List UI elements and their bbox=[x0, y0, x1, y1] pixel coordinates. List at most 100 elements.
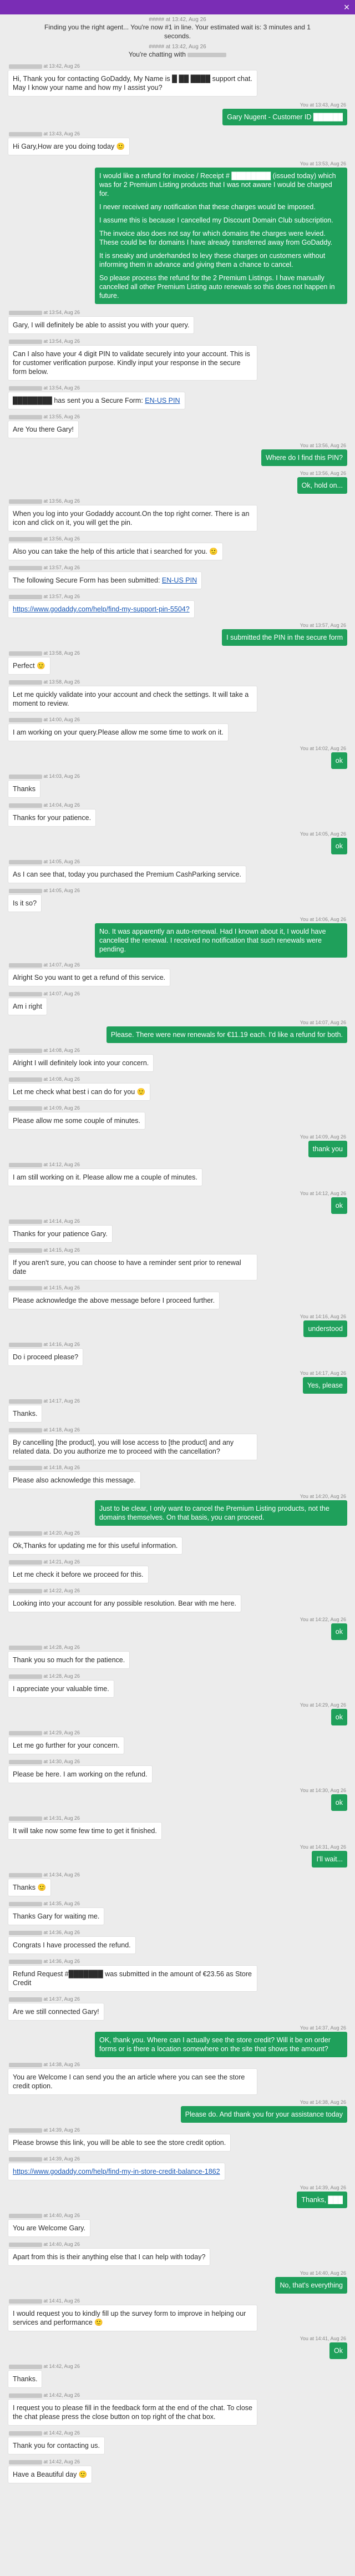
message-bubble: I would request you to kindly fill up th… bbox=[8, 2305, 257, 2331]
message-text: ok bbox=[335, 842, 343, 850]
agent-name-redacted bbox=[9, 1342, 42, 1347]
message-bubble: No, that's everything bbox=[275, 2277, 347, 2294]
message-timestamp: You at 14:41, Aug 26 bbox=[300, 2336, 346, 2341]
message-bubble: No. It was apparently an auto-renewal. H… bbox=[95, 923, 347, 958]
message-link[interactable]: https://www.godaddy.com/help/find-my-in-… bbox=[13, 2168, 220, 2175]
message-bubble[interactable]: ████████ has sent you a Secure Form: EN-… bbox=[8, 392, 185, 409]
message-text: Please. There were new renewals for €11.… bbox=[110, 1031, 343, 1039]
message-text: Thanks, ███ bbox=[301, 2196, 343, 2204]
user-message: You at 14:22, Aug 26 ok bbox=[8, 1617, 347, 1640]
message-text: Congrats I have processed the refund. bbox=[13, 1941, 131, 1949]
message-timestamp: You at 14:02, Aug 26 bbox=[300, 746, 346, 751]
message-text: ok bbox=[335, 1799, 343, 1806]
message-text: ████████ has sent you a Secure Form: bbox=[13, 397, 145, 404]
message-time: You at 14:31, Aug 26 bbox=[300, 1844, 346, 1850]
message-time: You at 14:38, Aug 26 bbox=[300, 2099, 346, 2105]
message-time: at 14:22, Aug 26 bbox=[42, 1588, 80, 1593]
user-message: You at 14:20, Aug 26 Just to be clear, I … bbox=[8, 1494, 347, 1526]
message-bubble: Alright I will definitely look into your… bbox=[8, 1054, 154, 1072]
agent-message: at 14:15, Aug 26 Please acknowledge the a… bbox=[8, 1285, 347, 1309]
message-time: You at 14:06, Aug 26 bbox=[300, 917, 346, 922]
agent-name-redacted bbox=[9, 1588, 42, 1593]
message-time: at 14:20, Aug 26 bbox=[42, 1530, 80, 1536]
message-time: at 13:55, Aug 26 bbox=[42, 414, 80, 419]
message-time: at 14:40, Aug 26 bbox=[42, 2213, 80, 2218]
message-timestamp: at 13:58, Aug 26 bbox=[9, 679, 80, 685]
agent-name-redacted bbox=[9, 888, 42, 893]
message-text: Thank you for contacting us. bbox=[13, 2442, 100, 2450]
message-timestamp: You at 14:31, Aug 26 bbox=[300, 1844, 346, 1850]
message-time: at 13:57, Aug 26 bbox=[42, 565, 80, 570]
message-text: Gary Nugent - Customer ID ██████ bbox=[227, 113, 343, 121]
message-bubble: As I can see that, today you purchased t… bbox=[8, 866, 247, 883]
message-time: at 14:21, Aug 26 bbox=[42, 1559, 80, 1565]
message-text: I submitted the PIN in the secure form bbox=[226, 634, 343, 641]
secure-form-link[interactable]: EN-US PIN bbox=[162, 576, 197, 584]
message-bubble[interactable]: https://www.godaddy.com/help/find-my-in-… bbox=[8, 2163, 225, 2180]
user-message: You at 13:56, Aug 26 Ok, hold on... bbox=[8, 470, 347, 494]
message-time: at 14:05, Aug 26 bbox=[42, 859, 80, 864]
agent-name-redacted bbox=[9, 1997, 42, 2002]
user-message: You at 14:29, Aug 26 ok bbox=[8, 1702, 347, 1725]
message-bubble: Refund Request #███████ was submitted in… bbox=[8, 1965, 257, 1992]
message-time: at 14:09, Aug 26 bbox=[42, 1105, 80, 1111]
message-bubble: Thanks bbox=[8, 780, 40, 798]
message-text: Perfect 🙂 bbox=[13, 662, 45, 670]
message-text: Thanks for your patience Gary. bbox=[13, 1230, 108, 1238]
message-time: at 14:31, Aug 26 bbox=[42, 1815, 80, 1821]
agent-message: at 14:39, Aug 26 Please browse this link,… bbox=[8, 2127, 347, 2152]
message-bubble: Thank you for contacting us. bbox=[8, 2437, 105, 2454]
message-bubble: Thanks for your patience. bbox=[8, 809, 97, 827]
message-timestamp: You at 14:22, Aug 26 bbox=[300, 1617, 346, 1622]
close-icon[interactable]: × bbox=[342, 2, 352, 12]
message-time: You at 13:43, Aug 26 bbox=[300, 102, 346, 108]
message-time: at 14:42, Aug 26 bbox=[42, 2459, 80, 2464]
user-message: You at 14:39, Aug 26 Thanks, ███ bbox=[8, 2185, 347, 2208]
message-text: I appreciate your valuable time. bbox=[13, 1685, 109, 1693]
message-time: You at 14:30, Aug 26 bbox=[300, 1788, 346, 1793]
message-text: Gary, I will definitely be able to assis… bbox=[13, 321, 190, 329]
message-text: Please acknowledge the above message bef… bbox=[13, 1297, 215, 1304]
message-bubble: Alright So you want to get a refund of t… bbox=[8, 969, 171, 986]
message-time: at 14:35, Aug 26 bbox=[42, 1901, 80, 1906]
message-timestamp: You at 13:43, Aug 26 bbox=[300, 102, 346, 108]
message-timestamp: You at 14:06, Aug 26 bbox=[300, 917, 346, 922]
agent-message: at 13:58, Aug 26 Perfect 🙂 bbox=[8, 650, 347, 675]
agent-name-redacted bbox=[9, 1560, 42, 1565]
message-bubble: Are we still connected Gary! bbox=[8, 2003, 104, 2021]
agent-name-redacted bbox=[9, 386, 42, 391]
message-bubble[interactable]: The following Secure Form has been submi… bbox=[8, 571, 202, 589]
agent-name-redacted bbox=[9, 414, 42, 419]
message-text: If you aren't sure, you can choose to ha… bbox=[13, 1259, 241, 1276]
secure-form-link[interactable]: EN-US PIN bbox=[145, 397, 180, 404]
chat-header-bar: × bbox=[0, 0, 355, 14]
message-time: at 14:41, Aug 26 bbox=[42, 2298, 80, 2304]
message-text: Are You there Gary! bbox=[13, 426, 74, 433]
agent-message: at 14:09, Aug 26 Please allow me some cou… bbox=[8, 1105, 347, 1130]
message-time: at 14:18, Aug 26 bbox=[42, 1427, 80, 1433]
message-bubble[interactable]: https://www.godaddy.com/help/find-my-sup… bbox=[8, 600, 195, 618]
user-message: You at 14:09, Aug 26 thank you bbox=[8, 1134, 347, 1157]
message-text: You are Welcome Gary. bbox=[13, 2224, 86, 2232]
message-time: at 13:42, Aug 26 bbox=[42, 63, 80, 69]
agent-name-redacted bbox=[9, 1645, 42, 1650]
message-timestamp: at 13:56, Aug 26 bbox=[9, 498, 80, 504]
message-time: at 14:00, Aug 26 bbox=[42, 717, 80, 722]
agent-name-redacted bbox=[9, 2213, 42, 2218]
message-bubble: Thanks Gary for waiting me. bbox=[8, 1907, 105, 1925]
agent-message: at 14:37, Aug 26 Are we still connected G… bbox=[8, 1996, 347, 2021]
message-timestamp: at 14:07, Aug 26 bbox=[9, 962, 80, 968]
message-timestamp: You at 14:38, Aug 26 bbox=[300, 2099, 346, 2105]
message-bubble: Let me go further for your concern. bbox=[8, 1737, 125, 1754]
agent-name-redacted bbox=[9, 1219, 42, 1224]
message-time: You at 14:22, Aug 26 bbox=[300, 1617, 346, 1622]
user-message: You at 14:31, Aug 26 I'll wait... bbox=[8, 1844, 347, 1868]
message-timestamp: at 14:36, Aug 26 bbox=[9, 1958, 80, 1964]
message-text: I'll wait... bbox=[316, 1855, 343, 1863]
message-bubble: Do i proceed please? bbox=[8, 1348, 84, 1366]
message-bubble: Ok, hold on... bbox=[297, 477, 347, 494]
message-link[interactable]: https://www.godaddy.com/help/find-my-sup… bbox=[13, 605, 190, 613]
message-timestamp: You at 14:20, Aug 26 bbox=[300, 1494, 346, 1499]
message-bubble: Please allow me some couple of minutes. bbox=[8, 1112, 145, 1130]
message-bubble: Thanks for your patience Gary. bbox=[8, 1225, 113, 1243]
